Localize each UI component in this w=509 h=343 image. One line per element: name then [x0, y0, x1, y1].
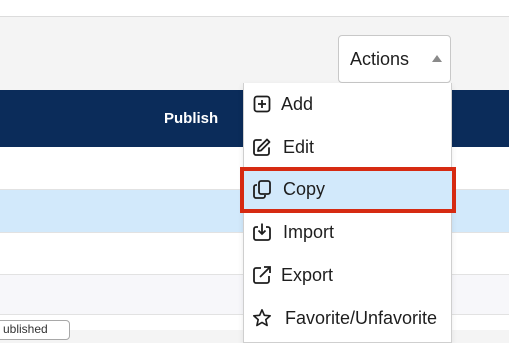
caret-up-icon	[432, 55, 442, 62]
import-icon	[252, 222, 272, 242]
menu-item-label: Favorite/Unfavorite	[285, 307, 438, 328]
column-header-publish[interactable]: Publish	[164, 90, 218, 147]
edit-icon	[252, 137, 272, 157]
top-bar	[0, 0, 509, 17]
actions-dropdown-button[interactable]: Actions	[338, 35, 451, 83]
menu-item-copy[interactable]: Copy	[244, 169, 453, 209]
publish-status-chip[interactable]: ublished	[0, 320, 70, 340]
menu-item-label: Copy	[283, 178, 326, 199]
menu-item-label: Edit	[283, 136, 315, 157]
menu-item-export[interactable]: Export	[244, 255, 453, 295]
menu-item-label: Add	[281, 93, 314, 114]
menu-item-label: Import	[283, 221, 335, 242]
plus-square-icon	[252, 94, 272, 114]
copy-icon	[252, 179, 272, 199]
actions-label: Actions	[350, 48, 410, 69]
star-icon	[252, 308, 272, 328]
menu-item-favorite[interactable]: Favorite/Unfavorite	[244, 298, 453, 338]
menu-item-import[interactable]: Import	[244, 212, 453, 252]
menu-item-label: Export	[281, 264, 334, 285]
actions-menu: Add Edit Copy Import Export Favorite/Unf…	[243, 83, 453, 343]
menu-item-add[interactable]: Add	[244, 84, 453, 124]
menu-item-edit[interactable]: Edit	[244, 127, 453, 167]
export-icon	[252, 265, 272, 285]
